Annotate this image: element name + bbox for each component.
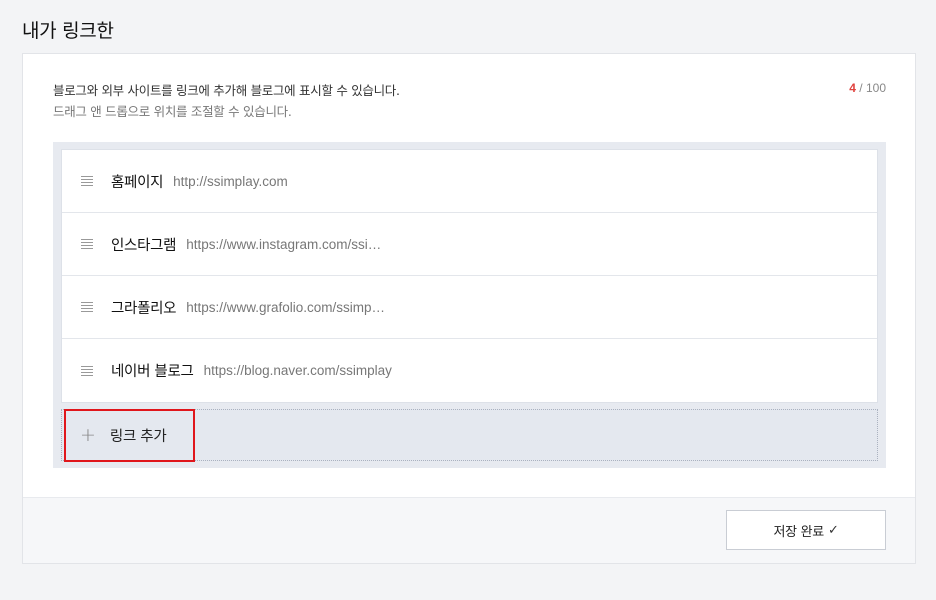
check-icon: ✓ [827,522,839,538]
highlight-box [64,409,195,462]
link-url[interactable]: https://www.instagram.com/ssi… [186,237,381,252]
description-hint: 드래그 앤 드롭으로 위치를 조절할 수 있습니다. [53,104,292,119]
link-name: 인스타그램 [111,237,177,254]
drag-handle-icon[interactable] [81,239,93,249]
link-item-homepage[interactable]: 홈페이지 http://ssimplay.com [62,150,877,213]
link-list: 홈페이지 http://ssimplay.com 인스타그램 https://w… [61,149,878,403]
panel-footer: 저장 완료 ✓ [23,497,915,563]
link-url[interactable]: https://www.grafolio.com/ssimp… [186,300,385,315]
save-button-label: 저장 완료 [773,524,824,540]
link-item-instagram[interactable]: 인스타그램 https://www.instagram.com/ssi… [62,213,877,276]
page-title: 내가 링크한 [22,20,114,42]
save-button[interactable]: 저장 완료 ✓ [726,510,886,550]
link-counter: 4 / 100 [849,81,886,95]
drag-handle-icon[interactable] [81,365,93,376]
links-panel: 블로그와 외부 사이트를 링크에 추가해 블로그에 표시할 수 있습니다. 드래… [22,53,916,564]
link-url[interactable]: http://ssimplay.com [173,174,288,189]
link-count-max: / 100 [859,81,886,95]
add-link-button[interactable]: + 링크 추가 [61,409,878,462]
link-name: 홈페이지 [111,174,164,191]
description: 블로그와 외부 사이트를 링크에 추가해 블로그에 표시할 수 있습니다. 드래… [53,80,400,122]
link-item-naver-blog[interactable]: 네이버 블로그 https://blog.naver.com/ssimplay [62,339,877,402]
link-item-grafolio[interactable]: 그라폴리오 https://www.grafolio.com/ssimp… [62,276,877,339]
description-line: 블로그와 외부 사이트를 링크에 추가해 블로그에 표시할 수 있습니다. [53,83,400,98]
link-url[interactable]: https://blog.naver.com/ssimplay [204,363,392,378]
link-count-current: 4 [849,81,856,95]
drag-handle-icon[interactable] [81,176,93,186]
link-name: 네이버 블로그 [111,364,194,380]
drag-handle-icon[interactable] [81,302,93,312]
link-name: 그라폴리오 [111,300,177,317]
links-container: 홈페이지 http://ssimplay.com 인스타그램 https://w… [53,142,886,468]
